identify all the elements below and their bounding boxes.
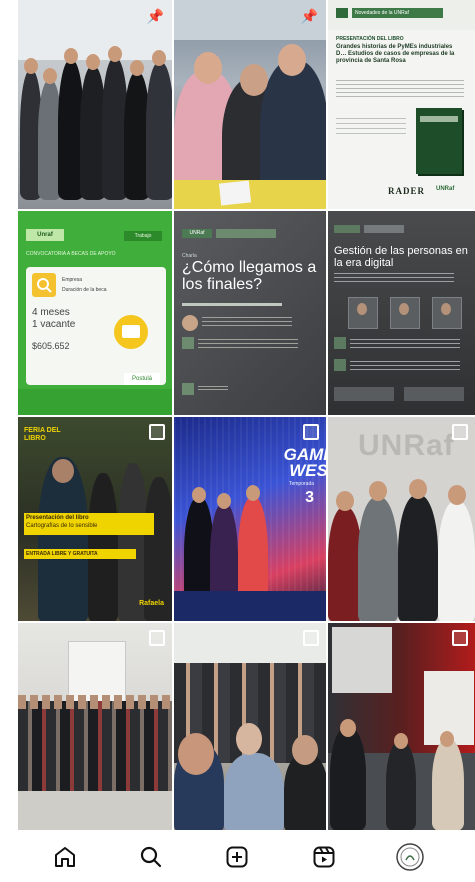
- call-heading: CONVOCATORIA A BECAS DE APOYO: [26, 251, 116, 257]
- event-title: Presentación del libro: [26, 515, 89, 521]
- nav-home[interactable]: [47, 839, 83, 875]
- carousel-icon: [149, 630, 165, 646]
- reels-icon: [313, 846, 335, 868]
- kicker: PRESENTACIÓN DEL LIBRO: [336, 36, 404, 42]
- unraf-wall-sign: UNRaf: [358, 429, 455, 462]
- nav-create[interactable]: [219, 839, 255, 875]
- carousel-icon: [452, 630, 468, 646]
- company-label: Empresa: [62, 277, 83, 283]
- nav-reels[interactable]: [306, 839, 342, 875]
- post-talk-finales[interactable]: UNRaf Charla ¿Cómo llegamos a los finale…: [174, 211, 328, 417]
- post-students-selfie[interactable]: 📌: [174, 0, 328, 211]
- season-number: 3: [305, 489, 314, 506]
- apply-button: Postulá: [124, 373, 160, 385]
- pinned-icon: 📌: [146, 8, 164, 24]
- game-title: GAMI WES: [283, 445, 328, 480]
- carousel-icon: [452, 424, 468, 440]
- talk-title: Gestión de las personas en la era digita…: [334, 245, 468, 269]
- post-book-fair[interactable]: FERIA DEL LIBRO Presentación del libro C…: [18, 417, 174, 623]
- carousel-icon: [303, 630, 319, 646]
- post-people-management[interactable]: Gestión de las personas en la era digita…: [328, 211, 475, 417]
- unraf-logo: UNRaf: [436, 186, 455, 192]
- unraf-header: UNRaf: [182, 229, 212, 238]
- home-icon: [55, 847, 76, 867]
- profile-avatar-icon: [396, 843, 424, 871]
- search-icon: [37, 278, 52, 293]
- search-icon-box: [32, 273, 56, 297]
- unraf-badge: Unraf: [26, 229, 64, 241]
- job-tag: Trabajo: [124, 231, 162, 241]
- post-group-photo-medals[interactable]: 📌: [18, 0, 174, 211]
- profile-posts-grid: 📌 📌 Novedades de la UNRaf PRESENTACIÓN D…: [18, 0, 475, 832]
- speaker-avatar: [182, 315, 198, 331]
- vacancy-value: 1 vacante: [32, 319, 76, 330]
- plus-square-icon: [226, 846, 248, 868]
- book-title: Grandes historias de PyMEs industriales …: [336, 44, 455, 64]
- amount-value: $605.652: [32, 341, 70, 351]
- bottom-navigation: [0, 832, 475, 882]
- rafaela-logo: Rafaela: [139, 600, 164, 607]
- pinned-icon: 📌: [300, 8, 318, 24]
- rader-logo: RADER: [388, 186, 426, 196]
- free-entry: ENTRADA LIBRE Y GRATUITA: [24, 549, 136, 559]
- post-panel-talk[interactable]: [328, 623, 475, 832]
- nav-search[interactable]: [133, 839, 169, 875]
- talk-title: ¿Cómo llegamos a los finales?: [182, 259, 317, 293]
- event-subtitle: Cartografías de lo sensible: [26, 523, 98, 529]
- carousel-icon: [303, 424, 319, 440]
- post-large-group[interactable]: [18, 623, 174, 832]
- news-header: Novedades de la UNRaf: [352, 8, 443, 18]
- post-book-presentation[interactable]: Novedades de la UNRaf PRESENTACIÓN DEL L…: [328, 0, 475, 211]
- duration-value: 4 meses: [32, 307, 70, 318]
- search-icon: [141, 846, 162, 868]
- post-gaming-west[interactable]: GAMI WES Temporada 3: [174, 417, 328, 623]
- season-label: Temporada: [288, 481, 314, 487]
- post-selfie-group[interactable]: [174, 623, 328, 832]
- carousel-icon: [149, 424, 165, 440]
- nav-profile[interactable]: [392, 839, 428, 875]
- post-scholarship[interactable]: Unraf Trabajo CONVOCATORIA A BECAS DE AP…: [18, 211, 174, 417]
- duration-label: Duración de la beca: [62, 287, 107, 293]
- post-unraf-wall-group[interactable]: UNRaf: [328, 417, 475, 623]
